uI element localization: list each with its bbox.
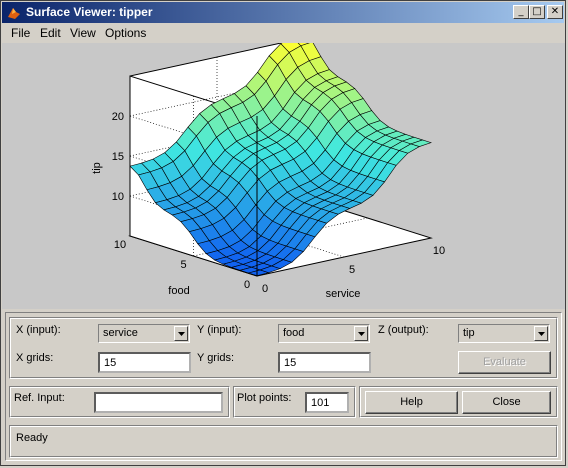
menu-file[interactable]: File xyxy=(11,26,30,40)
z-tick-label: 15 xyxy=(112,151,124,163)
ref-input-label: Ref. Input: xyxy=(14,392,65,404)
y-tick-label: 10 xyxy=(114,239,126,251)
plot-area[interactable]: 10 15 20 0 5 10 0 5 10 tip service food xyxy=(2,43,565,309)
ref-input-field[interactable] xyxy=(94,392,223,413)
menu-bar: File Edit View Options xyxy=(2,23,564,42)
z-output-label: Z (output): xyxy=(378,324,429,336)
z-tick-label: 10 xyxy=(112,191,124,203)
surface-plot[interactable]: 10 15 20 0 5 10 0 5 10 tip service food xyxy=(2,43,565,309)
x-input-label: X (input): xyxy=(16,324,61,336)
matlab-logo-icon xyxy=(8,8,20,19)
close-window-button[interactable]: ✕ xyxy=(547,5,563,19)
chevron-down-icon xyxy=(538,332,545,336)
minimize-icon: _ xyxy=(518,6,524,17)
menu-options[interactable]: Options xyxy=(105,26,146,40)
x-tick-label: 10 xyxy=(433,245,445,257)
status-panel: Ready xyxy=(9,425,558,458)
z-output-select[interactable]: tip xyxy=(458,324,550,343)
plot-points-label: Plot points: xyxy=(237,392,292,404)
y-input-label: Y (input): xyxy=(197,324,242,336)
y-tick-label: 0 xyxy=(244,279,250,291)
minimize-button[interactable]: _ xyxy=(513,5,529,19)
status-text: Ready xyxy=(16,432,48,444)
z-tick-label: 20 xyxy=(112,111,124,123)
title-bar: Surface Viewer: tipper _ □ ✕ xyxy=(2,2,564,23)
help-button[interactable]: Help xyxy=(365,391,458,414)
x-tick-label: 5 xyxy=(349,264,355,276)
z-output-dropdown-button[interactable] xyxy=(534,326,548,341)
x-grids-field[interactable]: 15 xyxy=(98,352,191,373)
y-grids-field[interactable]: 15 xyxy=(278,352,371,373)
x-input-select[interactable]: service xyxy=(98,324,190,343)
x-input-dropdown-button[interactable] xyxy=(174,326,188,341)
menu-edit[interactable]: Edit xyxy=(40,26,61,40)
maximize-icon: □ xyxy=(532,6,542,17)
close-icon: ✕ xyxy=(550,6,560,17)
x-axis-label: service xyxy=(326,288,361,300)
window-title: Surface Viewer: tipper xyxy=(26,5,153,19)
y-grids-label: Y grids: xyxy=(197,352,235,364)
z-axis-label: tip xyxy=(91,162,103,174)
chevron-down-icon xyxy=(358,332,365,336)
chevron-down-icon xyxy=(178,332,185,336)
menu-view[interactable]: View xyxy=(70,26,96,40)
y-axis-label: food xyxy=(168,285,189,297)
y-input-select[interactable]: food xyxy=(278,324,370,343)
close-button[interactable]: Close xyxy=(462,391,551,414)
evaluate-button[interactable]: Evaluate xyxy=(458,351,551,374)
y-input-dropdown-button[interactable] xyxy=(354,326,368,341)
surface-viewer-window: Surface Viewer: tipper _ □ ✕ File Edit V… xyxy=(0,0,566,466)
y-tick-label: 5 xyxy=(180,259,186,271)
plot-points-field[interactable]: 101 xyxy=(305,392,349,413)
x-grids-label: X grids: xyxy=(16,352,54,364)
x-tick-label: 0 xyxy=(262,283,268,295)
maximize-button[interactable]: □ xyxy=(529,5,545,19)
